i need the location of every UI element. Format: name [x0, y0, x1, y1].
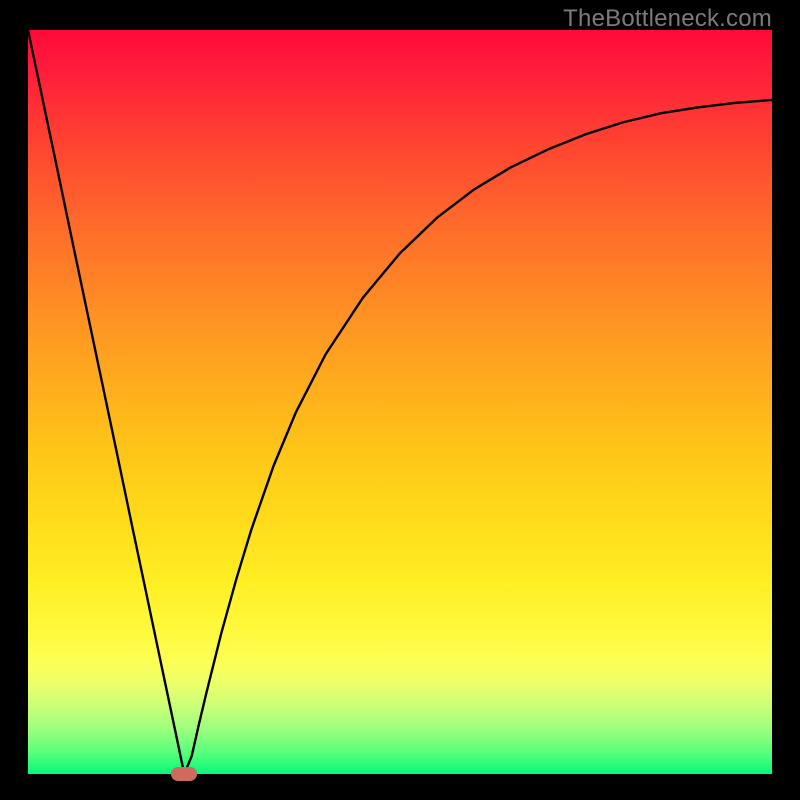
bottleneck-curve-path — [28, 30, 772, 774]
bottleneck-curve-svg — [28, 30, 772, 774]
optimal-point-marker — [171, 767, 197, 781]
chart-plot-area — [28, 30, 772, 774]
watermark-text: TheBottleneck.com — [563, 5, 772, 33]
